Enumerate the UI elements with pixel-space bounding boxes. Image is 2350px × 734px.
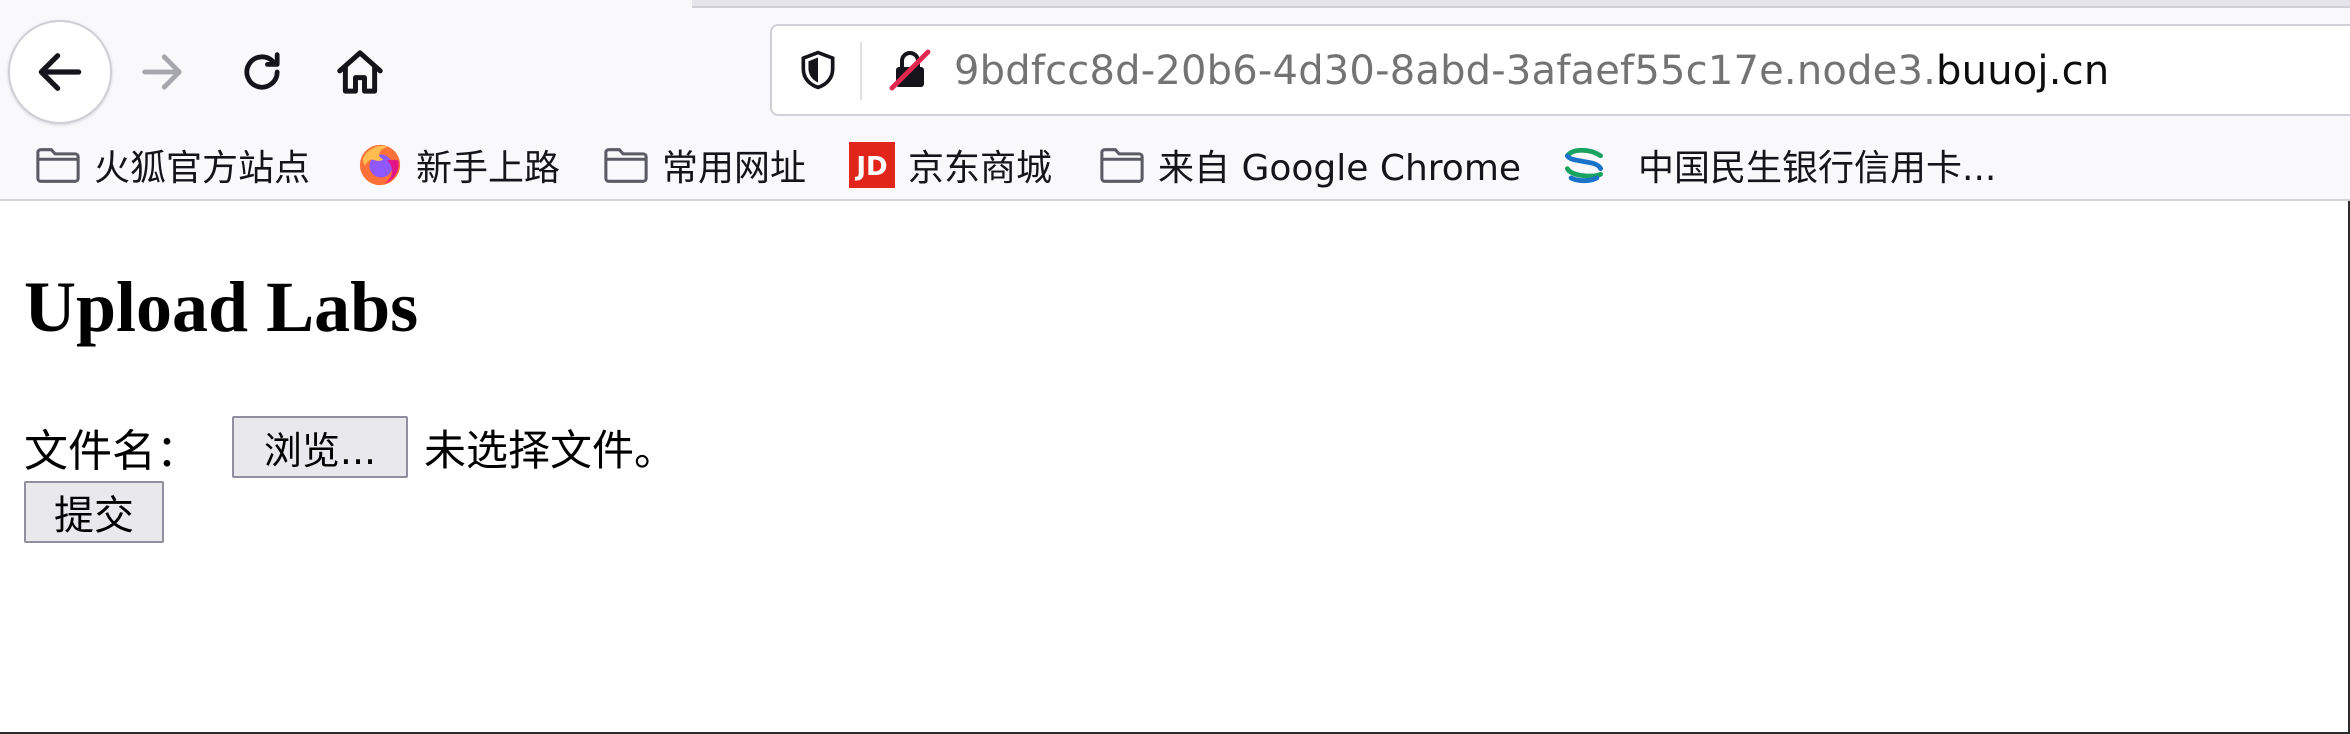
home-icon <box>337 50 383 94</box>
submit-button[interactable]: 提交 <box>24 481 164 543</box>
bookmark-getting-started[interactable]: 新手上路 <box>356 132 560 198</box>
page-title: Upload Labs <box>24 267 419 347</box>
bookmark-label: 火狐官方站点 <box>94 148 311 189</box>
folder-icon <box>602 141 650 189</box>
jd-logo-text: JD <box>854 152 887 182</box>
tracking-protection-shield-icon[interactable] <box>792 44 844 96</box>
bookmark-label: 来自 Google Chrome <box>1158 148 1522 189</box>
bookmark-jd-mall[interactable]: JD 京东商城 <box>848 132 1052 198</box>
page-content: Upload Labs 文件名： 浏览... 未选择文件。 提交 <box>0 201 2350 734</box>
arrow-left-icon <box>38 53 82 91</box>
bookmark-common-sites[interactable]: 常用网址 <box>602 132 806 198</box>
jd-icon: JD <box>848 141 896 189</box>
bookmark-from-chrome[interactable]: 来自 Google Chrome <box>1098 132 1521 198</box>
bookmark-label: 中国民生银行信用卡... <box>1638 148 1997 189</box>
folder-icon <box>1098 141 1146 189</box>
file-upload-row: 文件名： 浏览... 未选择文件。 <box>24 415 676 479</box>
browser-toolbar: 9bdfcc8d-20b6-4d30-8abd-3afaef55c17e.nod… <box>0 0 2350 201</box>
reload-icon <box>244 52 280 90</box>
insecure-lock-icon[interactable] <box>882 42 938 98</box>
reload-button[interactable] <box>220 30 304 114</box>
tab-strip <box>692 0 2350 8</box>
bookmark-cmbc-credit-card[interactable]: 中国民生银行信用卡... <box>1560 132 1996 198</box>
bookmark-firefox-official[interactable]: 火狐官方站点 <box>34 132 310 198</box>
url-bar-divider <box>860 42 862 100</box>
bookmark-label: 常用网址 <box>662 148 807 189</box>
url-text[interactable]: 9bdfcc8d-20b6-4d30-8abd-3afaef55c17e.nod… <box>954 46 2109 96</box>
firefox-icon <box>356 141 404 189</box>
url-bar[interactable]: 9bdfcc8d-20b6-4d30-8abd-3afaef55c17e.nod… <box>770 24 2350 116</box>
browse-button[interactable]: 浏览... <box>232 416 408 478</box>
forward-button[interactable] <box>120 30 204 114</box>
bookmarks-bar: 火狐官方站点 新手上路 常用网址 JD 京东商城 来自 Google Chrom… <box>0 132 2350 198</box>
folder-icon <box>34 141 82 189</box>
home-button[interactable] <box>318 30 402 114</box>
back-button[interactable] <box>8 20 112 124</box>
cmbc-icon <box>1560 141 1608 189</box>
arrow-right-icon <box>142 54 182 90</box>
url-domain-text: buuoj.cn <box>1936 48 2110 94</box>
url-path-text: 9bdfcc8d-20b6-4d30-8abd-3afaef55c17e.nod… <box>954 48 1937 94</box>
bookmark-label: 京东商城 <box>908 148 1053 189</box>
bookmark-label: 新手上路 <box>416 148 561 189</box>
file-name-label: 文件名： <box>24 426 200 477</box>
no-file-selected-text: 未选择文件。 <box>424 425 677 475</box>
